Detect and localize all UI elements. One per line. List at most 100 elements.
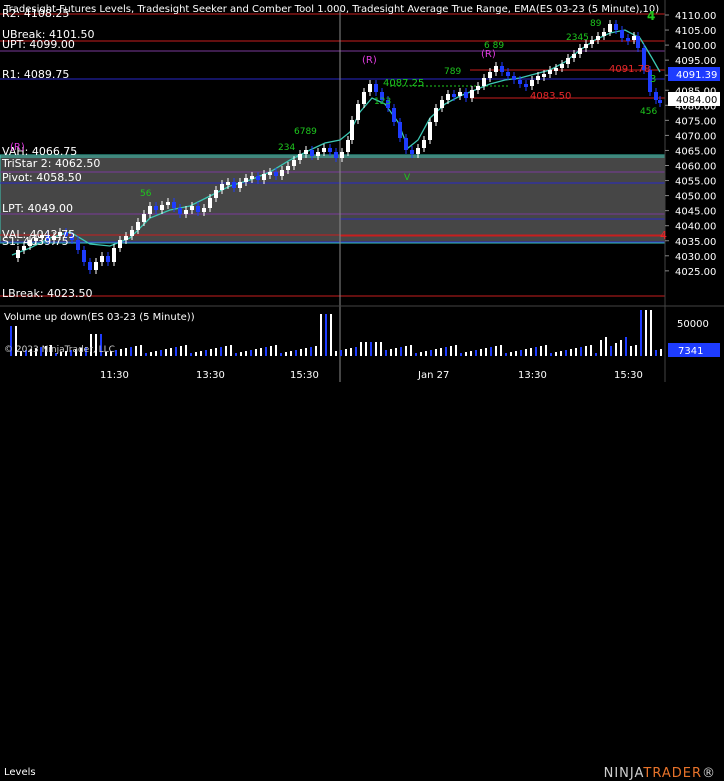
volume-bar bbox=[230, 345, 232, 356]
volume-bar bbox=[510, 352, 512, 356]
volume-bar bbox=[640, 310, 642, 356]
volume-bar bbox=[635, 345, 637, 356]
volume-bar bbox=[275, 345, 277, 356]
candle-body bbox=[340, 152, 344, 158]
price-tick-label: 4060.00 bbox=[675, 162, 716, 173]
volume-bar bbox=[630, 346, 632, 356]
volume-bar bbox=[280, 353, 282, 356]
volume-bar bbox=[170, 348, 172, 356]
volume-bar bbox=[520, 350, 522, 356]
candle-body bbox=[172, 202, 176, 208]
candle-body bbox=[268, 172, 272, 175]
volume-bar bbox=[260, 348, 262, 356]
candle-body bbox=[566, 58, 570, 64]
candle-body bbox=[112, 248, 116, 262]
candle-body bbox=[434, 108, 438, 122]
volume-bar bbox=[600, 340, 602, 356]
volume-bar bbox=[255, 349, 257, 356]
candle-body bbox=[118, 240, 122, 248]
ninjatrader-chart[interactable]: R2: 4108.25 UBreak: 4101.50 UPT: 4099.00… bbox=[0, 0, 724, 401]
volume-bar bbox=[415, 353, 417, 356]
candle-body bbox=[250, 176, 254, 179]
time-label: 15:30 bbox=[614, 370, 643, 381]
volume-bar bbox=[345, 349, 347, 356]
volume-bar bbox=[650, 310, 652, 356]
candle-body bbox=[328, 148, 332, 152]
volume-bar bbox=[205, 350, 207, 356]
tab-levels[interactable]: Levels bbox=[4, 767, 36, 778]
candle-body bbox=[404, 138, 408, 150]
red-four-marker: 4 bbox=[660, 229, 667, 242]
volume-bar bbox=[385, 350, 387, 356]
volume-bar bbox=[340, 350, 342, 356]
footer-bar: Levels NINJATRADER® bbox=[0, 382, 724, 781]
price-tick-label: 4035.00 bbox=[675, 237, 716, 248]
volume-bar bbox=[590, 345, 592, 356]
price-tick-label: 4110.00 bbox=[675, 11, 716, 22]
panel-number: 4 bbox=[647, 9, 655, 23]
candle-body bbox=[368, 84, 372, 92]
candle-body bbox=[530, 80, 534, 86]
candle-body bbox=[226, 182, 230, 185]
candle-body bbox=[602, 32, 606, 36]
volume-bar bbox=[160, 350, 162, 356]
candle-body bbox=[292, 160, 296, 166]
price-tick-label: 4100.00 bbox=[675, 41, 716, 52]
volume-bar bbox=[515, 351, 517, 356]
upt-label: UPT: 4099.00 bbox=[2, 38, 75, 51]
volume-bar bbox=[125, 348, 127, 356]
volume-bar bbox=[620, 340, 622, 356]
candle-body bbox=[626, 38, 630, 41]
candle-body bbox=[274, 172, 278, 176]
candle-body bbox=[100, 256, 104, 262]
volume-bar bbox=[320, 314, 322, 356]
volume-bar bbox=[625, 337, 627, 356]
volume-bar bbox=[440, 348, 442, 356]
candle-body bbox=[350, 120, 354, 140]
volume-bar bbox=[380, 342, 382, 356]
candle-body bbox=[596, 36, 600, 40]
volume-bar bbox=[570, 349, 572, 356]
seeker-digits: 6789 bbox=[294, 127, 317, 137]
candle-body bbox=[106, 256, 110, 262]
volume-bar bbox=[465, 352, 467, 356]
candle-body bbox=[512, 76, 516, 80]
volume-bar bbox=[215, 348, 217, 356]
volume-bar bbox=[575, 348, 577, 356]
volume-bar bbox=[555, 352, 557, 356]
price-tick-label: 4075.00 bbox=[675, 116, 716, 127]
candle-body bbox=[220, 184, 224, 190]
candle-body bbox=[88, 262, 92, 270]
volume-bar bbox=[365, 342, 367, 356]
candle-body bbox=[488, 72, 492, 78]
candle-body bbox=[452, 94, 456, 97]
seeker-digits: V bbox=[404, 173, 411, 183]
candle-body bbox=[362, 92, 366, 104]
price-tick-label: 4025.00 bbox=[675, 267, 716, 278]
chart-title: Tradesight Futures Levels, Tradesight Se… bbox=[3, 4, 659, 15]
volume-bar bbox=[155, 351, 157, 356]
volume-bar bbox=[180, 346, 182, 356]
volume-bar bbox=[355, 347, 357, 356]
candle-body bbox=[416, 148, 420, 154]
volume-bar bbox=[130, 347, 132, 356]
volume-bar bbox=[245, 351, 247, 356]
candle-body bbox=[560, 64, 564, 68]
volume-bar bbox=[335, 351, 337, 356]
volume-bar bbox=[475, 350, 477, 356]
candle-body bbox=[398, 122, 402, 138]
candle-body bbox=[16, 250, 20, 258]
brand-left: NINJA bbox=[603, 766, 644, 781]
candle-body bbox=[214, 190, 218, 198]
volume-tick-50000: 50000 bbox=[677, 319, 709, 330]
candle-body bbox=[608, 24, 612, 32]
volume-bar bbox=[535, 347, 537, 356]
volume-bar bbox=[120, 349, 122, 356]
volume-bar bbox=[560, 351, 562, 356]
candle-body bbox=[148, 206, 152, 214]
volume-bar bbox=[235, 353, 237, 356]
level-4087-text: 4087.25 bbox=[383, 78, 424, 89]
copyright-text: © 2023 NinjaTrader, LLC bbox=[4, 345, 115, 355]
candle-body bbox=[334, 152, 338, 158]
volume-bar bbox=[660, 349, 662, 356]
